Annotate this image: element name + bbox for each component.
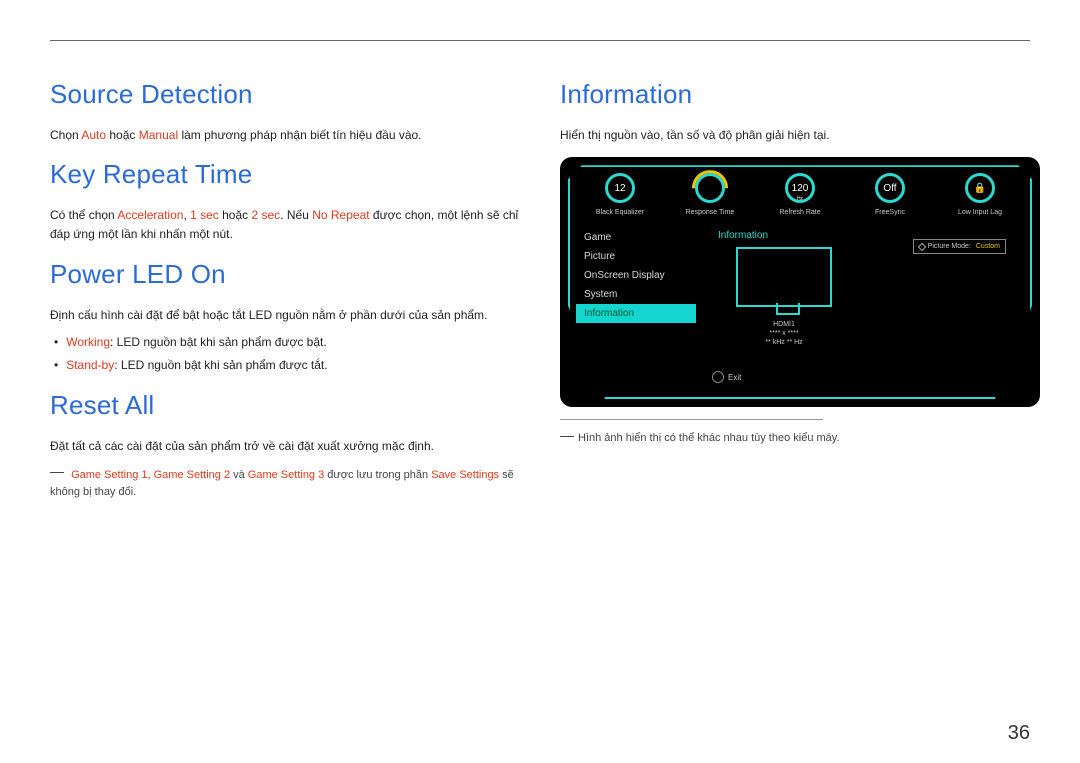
heading-reset-all: Reset All: [50, 390, 520, 421]
heading-power-led: Power LED On: [50, 259, 520, 290]
osd-illustration: 12Black Equalizer Response Time 120HzRef…: [560, 157, 1040, 407]
heading-key-repeat: Key Repeat Time: [50, 159, 520, 190]
osd-menu-picture: Picture: [576, 247, 696, 266]
osd-menu-information: Information: [576, 304, 696, 323]
osd-menu-system: System: [576, 285, 696, 304]
osd-dial-row: 12Black Equalizer Response Time 120HzRef…: [576, 173, 1024, 216]
power-led-body: Định cấu hình cài đặt để bật hoặc tắt LE…: [50, 306, 520, 325]
kw-manual: Manual: [139, 128, 178, 142]
osd-frequency: ** kHz ** Hz: [765, 339, 802, 346]
dial-refresh-rate: 120Hz: [785, 173, 815, 203]
osd-preview: HDMI1 **** x **** ** kHz ** Hz: [736, 247, 832, 346]
kw-auto: Auto: [81, 128, 106, 142]
osd-menu: Game Picture OnScreen Display System Inf…: [576, 228, 696, 346]
dial-low-input-lag: 🔒: [965, 173, 995, 203]
power-led-list: Working: LED nguồn bật khi sản phẩm được…: [50, 331, 520, 377]
heading-information: Information: [560, 79, 1030, 110]
right-column: Information Hiển thị nguồn vào, tần số v…: [560, 65, 1030, 502]
osd-exit: Exit: [712, 371, 741, 383]
dial-freesync: Off: [875, 173, 905, 203]
information-footnote: Hình ảnh hiển thị có thể khác nhau tùy t…: [560, 430, 1030, 448]
osd-menu-game: Game: [576, 228, 696, 247]
osd-resolution: **** x ****: [769, 330, 798, 337]
page-number: 36: [1008, 722, 1030, 745]
source-detection-body: Chọn Auto hoặc Manual làm phương pháp nh…: [50, 126, 520, 145]
osd-menu-onscreen-display: OnScreen Display: [576, 266, 696, 285]
osd-source: HDMI1: [773, 321, 795, 328]
reset-all-body: Đặt tất cả các cài đặt của sản phẩm trở …: [50, 437, 520, 456]
monitor-icon: [736, 247, 832, 307]
key-repeat-body: Có thể chọn Acceleration, 1 sec hoặc 2 s…: [50, 206, 520, 244]
information-body: Hiển thị nguồn vào, tần số và độ phân gi…: [560, 126, 1030, 145]
heading-source-detection: Source Detection: [50, 79, 520, 110]
osd-picture-mode-tip: Picture Mode:Custom: [913, 239, 1006, 254]
dial-response-time: [695, 173, 725, 203]
reset-all-footnote: Game Setting 1, Game Setting 2 và Game S…: [50, 467, 520, 502]
dial-black-equalizer: 12: [605, 173, 635, 203]
osd-panel-title: Information: [718, 230, 832, 241]
left-column: Source Detection Chọn Auto hoặc Manual l…: [50, 65, 520, 502]
